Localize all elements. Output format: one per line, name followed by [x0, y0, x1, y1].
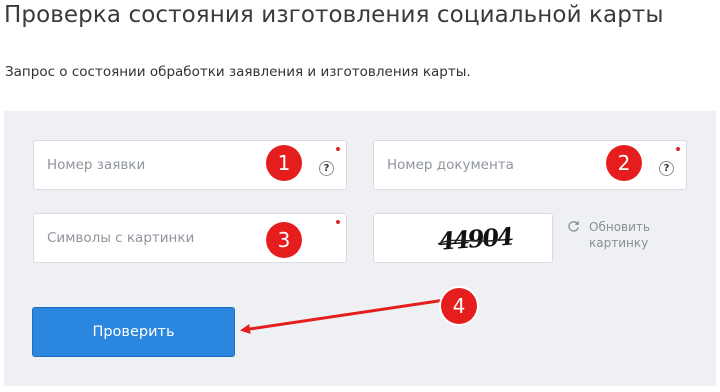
annotation-arrow-line — [240, 298, 446, 334]
annotation-badge-2: 2 — [606, 145, 642, 181]
annotation-badge-1: 1 — [266, 145, 302, 181]
annotation-badge-3: 3 — [266, 222, 302, 258]
annotation-badge-4: 4 — [441, 288, 477, 324]
annotation-arrow — [240, 298, 446, 334]
